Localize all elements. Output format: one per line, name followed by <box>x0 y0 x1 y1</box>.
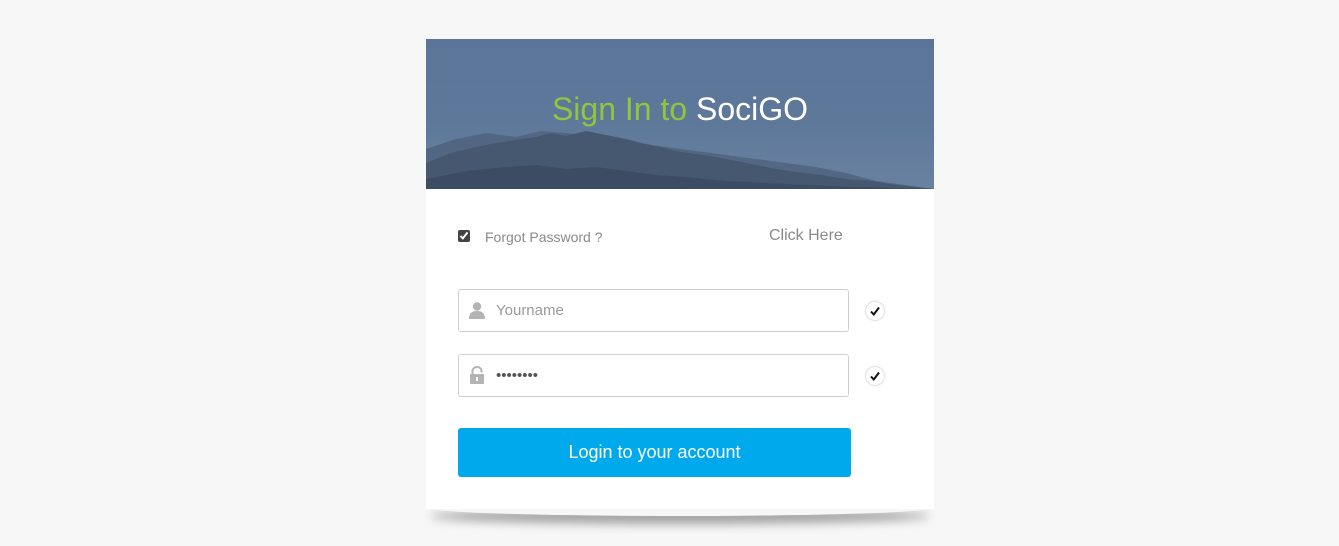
forgot-password-row: Forgot Password ? Click Here <box>458 227 902 247</box>
header-banner: Sign In to SociGO <box>426 39 934 189</box>
checkmark-icon <box>870 306 880 317</box>
checkmark-icon <box>870 371 880 382</box>
page-title: Sign In to SociGO <box>426 89 934 129</box>
login-card: Sign In to SociGO Forgot Password ? Clic… <box>426 39 934 509</box>
title-prefix: Sign In to <box>551 91 688 127</box>
password-field <box>458 354 849 397</box>
brand-name: SociGO <box>696 91 809 127</box>
username-valid-check <box>866 302 884 320</box>
login-button[interactable]: Login to your account <box>458 428 851 477</box>
lock-icon <box>468 365 486 384</box>
username-input[interactable] <box>496 290 836 331</box>
forgot-password-label: Forgot Password ? <box>485 229 603 245</box>
password-valid-check <box>866 367 884 385</box>
forgot-password-checkbox[interactable] <box>458 230 470 242</box>
user-icon <box>468 301 486 319</box>
username-field <box>458 289 849 332</box>
click-here-link[interactable]: Click Here <box>769 227 843 245</box>
password-input[interactable] <box>496 355 836 396</box>
